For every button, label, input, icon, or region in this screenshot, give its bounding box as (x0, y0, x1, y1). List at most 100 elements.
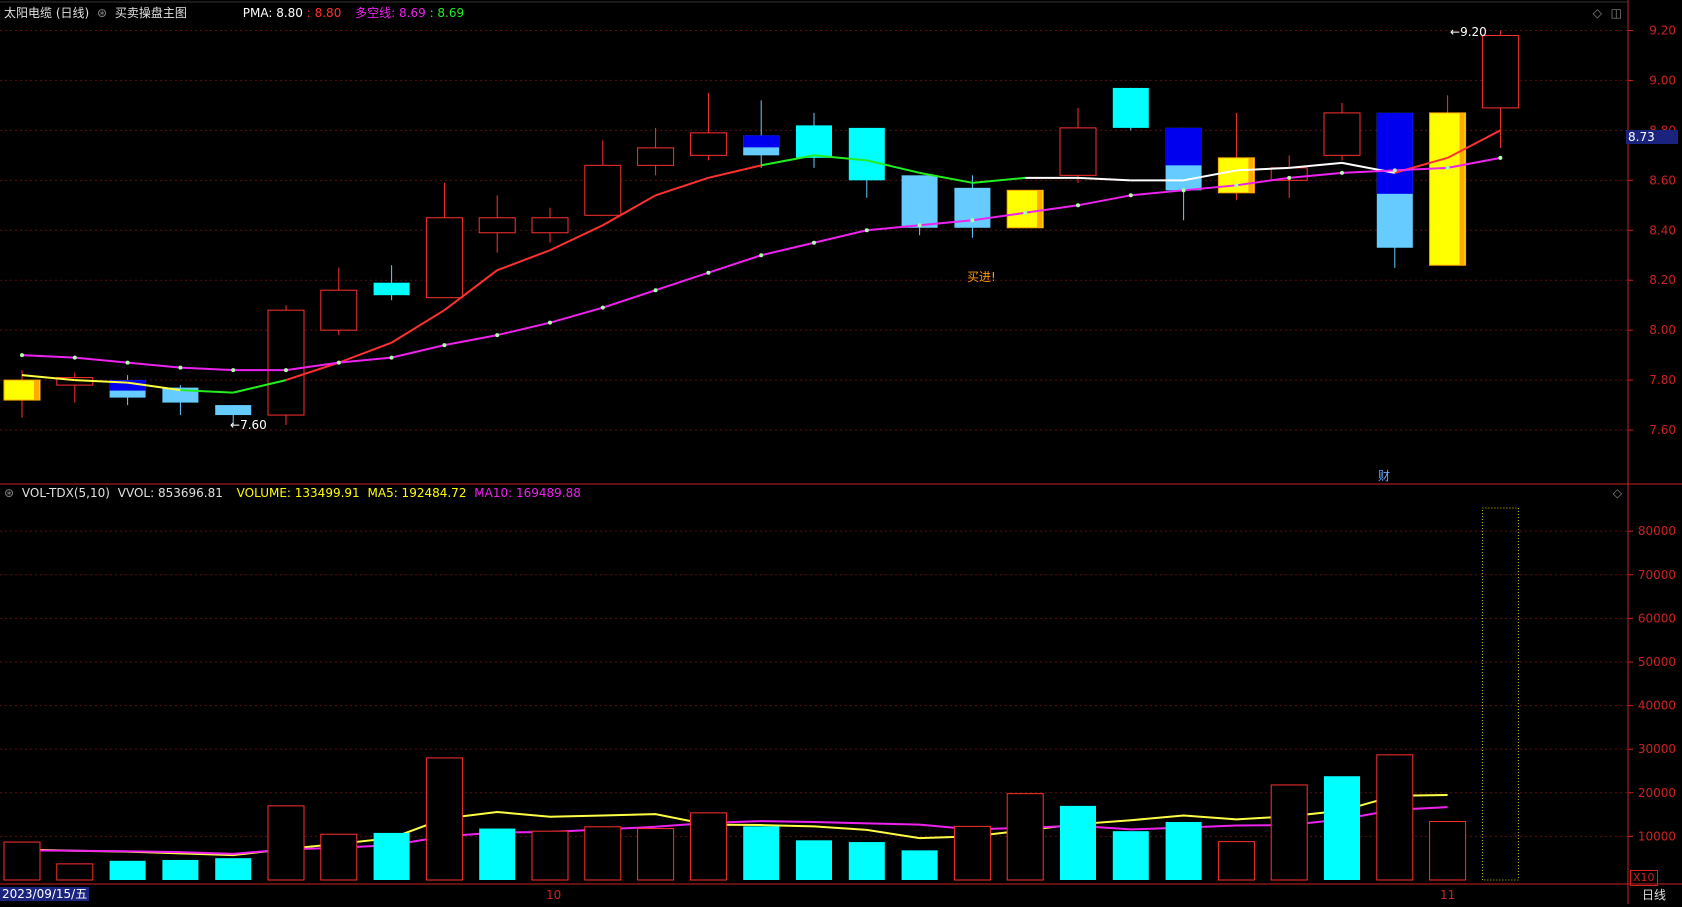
ma-long-dot (20, 353, 24, 358)
dk-value2: : 8.69 (429, 6, 465, 20)
price-tick-label: 8.00 (1649, 323, 1676, 337)
month-oct: 10 (546, 888, 562, 902)
ma-long-dot (495, 333, 500, 338)
ma-long-dot (917, 223, 922, 228)
candle-stripe (1037, 190, 1043, 228)
ma-long-dot (1234, 183, 1239, 188)
volume-tick-label: 80000 (1638, 524, 1676, 538)
price-tick-label: 8.20 (1649, 273, 1676, 287)
high-value: 9.20 (1460, 25, 1487, 39)
volume-tick-label: 40000 (1638, 699, 1676, 713)
ma-long-dot (1498, 155, 1503, 160)
price-tick-label: 9.20 (1649, 23, 1676, 37)
volume-bar (1324, 776, 1360, 880)
candle-body (531, 217, 569, 234)
volume-bar (56, 863, 94, 881)
volume-bar (901, 850, 938, 880)
settings-dot-icon[interactable]: ⊛ (97, 6, 107, 20)
ma-long-dot (548, 320, 552, 325)
ma-long-dot (1023, 210, 1028, 215)
price-tick-label: 8.60 (1649, 173, 1676, 187)
stock-title[interactable]: 太阳电缆 (日线) (4, 6, 89, 20)
candle-stripe (34, 380, 39, 401)
ma-long-dot (864, 228, 869, 233)
candle-body (478, 217, 516, 234)
volume-bar (1217, 841, 1255, 881)
volume-tick-label: 60000 (1638, 611, 1676, 625)
ma-long-dot (1445, 165, 1450, 170)
price-header: 太阳电缆 (日线) ⊛ 买卖操盘主图 PMA: 8.80 : 8.80 多空线:… (4, 6, 468, 20)
vol-diamond-icon[interactable]: ◇ (1613, 486, 1622, 500)
volume-bar (796, 840, 832, 880)
chart-canvas: 9.209.008.808.608.408.208.007.807.608000… (0, 0, 1682, 904)
window-box-icon[interactable]: ◫ (1611, 6, 1622, 20)
ma-long-dot (1340, 170, 1344, 175)
diamond-icon[interactable]: ◇ (1593, 6, 1602, 20)
ma-long-dot (706, 270, 711, 275)
ma-long-dot (1076, 203, 1080, 208)
ma-long-dot (125, 360, 130, 365)
candle-blue-top (1165, 127, 1202, 166)
volume-tick-label: 50000 (1638, 655, 1676, 669)
candle-body (689, 132, 727, 156)
candle-body (584, 164, 622, 216)
ma-long-dot (389, 355, 394, 360)
volume-bar (1376, 754, 1414, 881)
finance-marker[interactable]: 财 (1378, 469, 1390, 483)
volume-label: VOLUME: 133499.91 (236, 486, 360, 500)
volume-bar (1112, 831, 1149, 880)
ma5-label: MA5: 192484.72 (367, 486, 467, 500)
x10-badge[interactable]: X10 (1630, 870, 1658, 886)
candle-body (796, 125, 832, 158)
ma-long-dot (1287, 175, 1292, 180)
candle-blue-top (743, 135, 780, 148)
volume-bar (1060, 805, 1096, 880)
ma-long-dot (1128, 193, 1133, 198)
buy-signal: 买进! (967, 270, 996, 284)
volume-bar (3, 841, 41, 881)
candle-body (1323, 112, 1361, 156)
price-tick-label: 8.40 (1649, 223, 1676, 237)
candle-body (267, 309, 305, 416)
vol-settings-icon[interactable]: ⊛ (4, 486, 14, 500)
candle-body (848, 127, 885, 181)
volume-bar (953, 825, 991, 881)
candle-body (1059, 127, 1097, 176)
volume-bar (637, 828, 675, 881)
ma-long-dot (442, 343, 447, 348)
volume-bar (584, 826, 622, 881)
volume-bar (267, 805, 305, 881)
price-tick-label: 7.60 (1649, 423, 1676, 437)
volume-tick-label: 20000 (1638, 786, 1676, 800)
candle-body (637, 147, 675, 166)
volume-bar (425, 757, 463, 881)
high-label: ←9.20 (1450, 25, 1487, 39)
volume-bar (848, 842, 885, 880)
candle-body (215, 405, 252, 416)
vol-title[interactable]: VOL-TDX(5,10) (22, 486, 110, 500)
candle-body (373, 282, 410, 296)
candle-body (1112, 87, 1149, 128)
ma-long-dot (653, 288, 658, 293)
ma-long-dot (812, 240, 816, 245)
pma-value2: : 8.80 (306, 6, 342, 20)
volume-tick-label: 10000 (1638, 829, 1676, 843)
period-label[interactable]: 日线 (1642, 888, 1666, 902)
volume-header: ⊛ VOL-TDX(5,10) VVOL: 853696.81 VOLUME: … (4, 486, 585, 500)
volume-bar (215, 858, 252, 880)
candle-body (425, 217, 463, 299)
dk-label: 多空线: 8.69 (355, 6, 426, 20)
indicator-name[interactable]: 买卖操盘主图 (115, 6, 187, 20)
volume-bar (479, 828, 516, 880)
pma-label: PMA: 8.80 (242, 6, 303, 20)
month-nov: 11 (1440, 888, 1456, 902)
ma-long-dot (72, 355, 77, 360)
candle-body (320, 289, 358, 331)
volume-bar (1165, 822, 1202, 880)
volume-tick-label: 70000 (1638, 568, 1676, 582)
ma-long-dot (970, 218, 975, 223)
candle-stripe (1459, 112, 1465, 266)
ma-long-dot (1392, 168, 1397, 173)
chart-stage: 9.209.008.808.608.408.208.007.807.608000… (0, 0, 1682, 904)
price-tick-label: 7.80 (1649, 373, 1676, 387)
